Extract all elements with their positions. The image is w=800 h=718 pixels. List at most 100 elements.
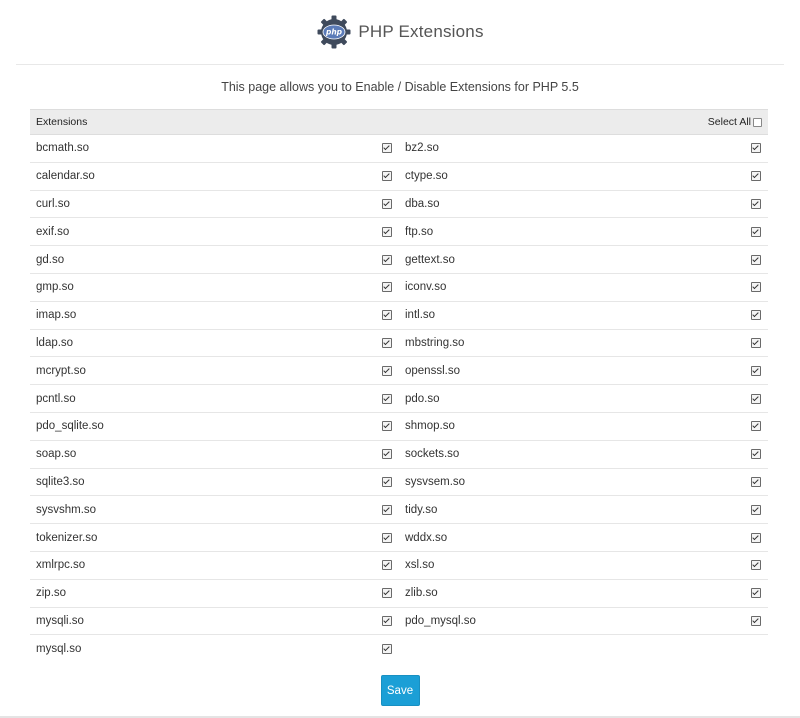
extension-checkbox[interactable] [382,588,392,599]
extension-cell: mbstring.so [399,330,768,357]
extensions-rows: bcmath.so bz2.so calendar.so ctype.so curl.s… [30,135,768,663]
extension-checkbox[interactable] [382,337,392,348]
extension-name: curl.so [36,197,70,210]
extension-cell: calendar.so [30,163,399,190]
extension-name: openssl.so [405,364,460,377]
extension-cell: sysvshm.so [30,496,399,523]
extension-checkbox[interactable] [382,615,392,626]
extension-name: mysqli.so [36,614,84,627]
extension-cell: mysqli.so [30,608,399,635]
extension-cell: pdo_mysql.so [399,608,768,635]
extension-checkbox[interactable] [751,171,761,182]
table-row: mysqli.so pdo_mysql.so [30,608,768,636]
extension-checkbox[interactable] [382,365,392,376]
select-all-checkbox[interactable] [753,117,762,127]
extension-name: gd.so [36,253,65,266]
extension-cell: intl.so [399,302,768,329]
table-row: pcntl.so pdo.so [30,385,768,413]
extension-cell: pcntl.so [30,385,399,412]
extension-checkbox[interactable] [751,421,761,432]
extension-checkbox[interactable] [751,337,761,348]
extension-checkbox[interactable] [382,171,392,182]
table-row: tokenizer.so wddx.so [30,524,768,552]
extension-checkbox[interactable] [751,198,761,209]
php-gear-icon: php [317,15,351,49]
table-row: imap.so intl.so [30,302,768,330]
extension-checkbox[interactable] [751,310,761,321]
extension-name: zlib.so [405,587,438,600]
extension-name: tidy.so [405,503,438,516]
extension-name: bz2.so [405,142,439,155]
select-all-control[interactable]: Select All [708,116,762,128]
extension-name: imap.so [36,309,77,322]
header-divider [16,64,784,65]
page-header: php PHP Extensions [0,0,800,64]
extension-checkbox[interactable] [751,588,761,599]
extension-cell: xsl.so [399,552,768,579]
extension-checkbox[interactable] [751,560,761,571]
extension-cell: tokenizer.so [30,524,399,551]
php-extensions-page: php PHP Extensions This page allows you … [0,0,800,718]
extension-name: mysql.so [36,643,82,656]
extension-name: intl.so [405,309,436,322]
table-row: exif.so ftp.so [30,218,768,247]
extension-checkbox[interactable] [382,421,392,432]
extension-cell: pdo.so [399,385,768,412]
extension-checkbox[interactable] [382,198,392,209]
table-row: sqlite3.so sysvsem.so [30,469,768,497]
extension-checkbox[interactable] [751,504,761,515]
table-header: Extensions Select All [30,109,768,135]
extension-checkbox[interactable] [751,393,761,404]
extension-cell: xmlrpc.so [30,552,399,579]
save-button[interactable]: Save [380,675,420,706]
extension-name: mcrypt.so [36,364,86,377]
extension-checkbox[interactable] [382,226,392,237]
extension-name: pdo.so [405,392,440,405]
extension-checkbox[interactable] [382,310,392,321]
extension-name: wddx.so [405,531,448,544]
extension-name: sqlite3.so [36,475,85,488]
extension-cell: dba.so [399,191,768,218]
extension-name: xsl.so [405,559,435,572]
extension-checkbox[interactable] [751,476,761,487]
extension-checkbox[interactable] [382,532,392,543]
extension-name: exif.so [36,225,70,238]
extension-name: ldap.so [36,336,74,349]
extension-checkbox[interactable] [382,143,392,154]
extension-checkbox[interactable] [382,282,392,293]
page-title: PHP Extensions [358,22,484,41]
extension-name: bcmath.so [36,142,90,155]
extension-name: gmp.so [36,281,74,294]
extension-name: mbstring.so [405,336,465,349]
extension-checkbox[interactable] [382,393,392,404]
extension-checkbox[interactable] [751,365,761,376]
extension-cell: ftp.so [399,218,768,245]
extension-name: pdo_sqlite.so [36,420,104,433]
extension-cell: iconv.so [399,274,768,301]
extension-checkbox[interactable] [751,449,761,460]
table-row: soap.so sockets.so [30,441,768,469]
extension-cell: mysql.so [30,635,399,663]
extension-checkbox[interactable] [382,254,392,265]
extension-name: zip.so [36,587,67,600]
extension-cell: gettext.so [399,246,768,273]
extension-checkbox[interactable] [382,644,392,655]
extension-checkbox[interactable] [751,254,761,265]
extension-checkbox[interactable] [751,226,761,237]
table-row: curl.so dba.so [30,191,768,219]
extension-checkbox[interactable] [382,560,392,571]
extension-checkbox[interactable] [751,282,761,293]
extension-checkbox[interactable] [751,615,761,626]
extension-cell: shmop.so [399,413,768,440]
table-row: calendar.so ctype.so [30,163,768,191]
extension-name: pdo_mysql.so [405,614,476,627]
extension-checkbox[interactable] [382,504,392,515]
extension-name: ctype.so [405,170,448,183]
table-row: gd.so gettext.so [30,246,768,274]
extension-checkbox[interactable] [382,449,392,460]
extension-checkbox[interactable] [382,476,392,487]
extension-checkbox[interactable] [751,532,761,543]
extensions-column-header: Extensions [36,116,88,128]
extension-checkbox[interactable] [751,143,761,154]
extension-cell: bz2.so [399,135,768,162]
